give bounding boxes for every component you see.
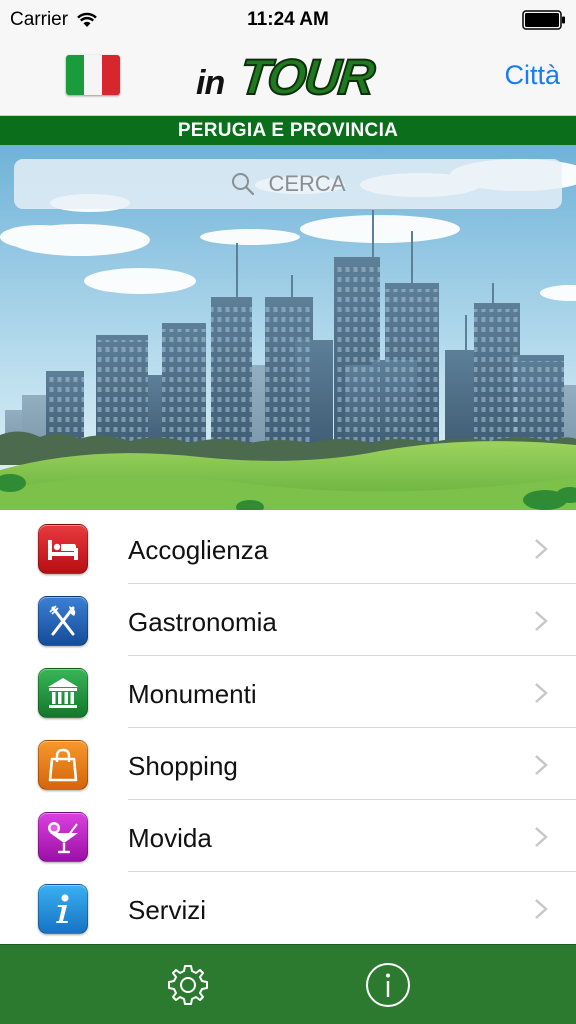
info-icon [38, 884, 88, 934]
battery-icon [522, 10, 565, 30]
logo-text-in: in [196, 64, 225, 102]
list-item-movida[interactable]: Movida [0, 800, 576, 872]
bed-icon [38, 524, 88, 574]
city-button[interactable]: Città [504, 60, 560, 91]
settings-tab-button[interactable] [164, 961, 212, 1009]
info-tab-button[interactable] [364, 961, 412, 1009]
chevron-right-icon [535, 899, 548, 919]
list-item-label: Movida [128, 823, 212, 853]
chevron-right-icon [535, 539, 548, 559]
list-item-label: Shopping [128, 751, 238, 781]
info-circle-icon [366, 963, 410, 1007]
search-input[interactable]: CERCA [14, 159, 562, 209]
cocktail-icon [38, 812, 88, 862]
status-bar: Carrier 11:24 AM [0, 0, 576, 40]
shopping-bag-icon [38, 740, 88, 790]
app-logo: in TOUR [196, 48, 382, 106]
list-item-shopping[interactable]: Shopping [0, 728, 576, 800]
list-item-monumenti[interactable]: Monumenti [0, 656, 576, 728]
gear-icon [168, 965, 208, 1005]
navigation-bar: in TOUR Città [0, 40, 576, 116]
list-item-gastronomia[interactable]: Gastronomia [0, 584, 576, 656]
fork-knife-icon [38, 596, 88, 646]
chevron-right-icon [535, 755, 548, 775]
list-item-label: Monumenti [128, 679, 257, 709]
search-icon [232, 173, 255, 196]
category-list: Accoglienza Gastronomia Monumenti Shoppi… [0, 512, 576, 944]
list-item-label: Gastronomia [128, 607, 277, 637]
list-item-servizi[interactable]: Servizi [0, 872, 576, 944]
status-time: 11:24 AM [247, 9, 329, 30]
chevron-right-icon [535, 611, 548, 631]
list-item-label: Servizi [128, 895, 207, 925]
region-banner: PERUGIA E PROVINCIA [0, 116, 576, 145]
list-item-accoglienza[interactable]: Accoglienza [0, 512, 576, 584]
monument-icon [38, 668, 88, 718]
logo-text-tour: TOUR [236, 48, 377, 106]
search-placeholder: CERCA [268, 171, 346, 196]
app-screen: Carrier 11:24 AM in TOUR Città PERUGIA E… [0, 0, 576, 1024]
chevron-right-icon [535, 683, 548, 703]
tab-bar [0, 944, 576, 1024]
italian-flag-icon[interactable] [66, 55, 120, 95]
chevron-right-icon [535, 827, 548, 847]
list-item-label: Accoglienza [128, 535, 269, 565]
